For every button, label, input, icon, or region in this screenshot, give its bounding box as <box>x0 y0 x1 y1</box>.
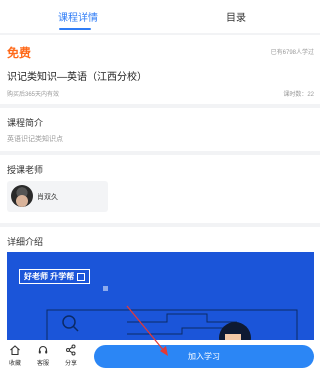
lesson-count: 课时数：22 <box>283 92 314 98</box>
logo-mark-icon <box>77 272 86 281</box>
price-label: 免费 <box>7 46 32 60</box>
detail-banner-image: 好老师 升学帮 <box>7 252 314 350</box>
tab-catalog[interactable]: 目录 <box>226 9 246 24</box>
bottom-action-bar: 收藏 客服 分享 加入学习 <box>0 340 320 370</box>
intro-title: 课程简介 <box>7 118 44 128</box>
banner-logo: 好老师 升学帮 <box>19 269 91 284</box>
avatar <box>11 185 33 207</box>
customer-service-label: 客服 <box>36 361 49 367</box>
course-intro-section: 课程简介 英语识记类知识点 <box>0 108 320 151</box>
course-info-card: 免费 已有6798人学过 识记类知识—英语（江西分校） 购买后365天内有效 课… <box>0 35 320 104</box>
join-study-button[interactable]: 加入学习 <box>94 345 314 368</box>
share-icon <box>66 344 76 356</box>
course-title: 识记类知识—英语（江西分校） <box>7 72 147 83</box>
share-label: 分享 <box>64 361 77 367</box>
detail-title: 详细介绍 <box>7 237 44 247</box>
validity-text: 购买后365天内有效 <box>7 92 60 98</box>
intro-text: 英语识记类知识点 <box>7 136 63 143</box>
share-button[interactable]: 分享 <box>60 344 82 367</box>
teacher-section: 授课老师 肖双久 <box>0 155 320 223</box>
headset-icon <box>38 345 48 354</box>
banner-logo-text: 好老师 升学帮 <box>24 272 75 281</box>
teacher-section-title: 授课老师 <box>7 165 44 175</box>
customer-service-button[interactable]: 客服 <box>32 344 54 367</box>
favorite-label: 收藏 <box>8 361 21 367</box>
home-icon <box>10 345 20 356</box>
active-tab-indicator <box>59 28 91 30</box>
teacher-card[interactable]: 肖双久 <box>7 181 108 212</box>
tab-course-details[interactable]: 课程详情 <box>58 9 98 24</box>
favorite-button[interactable]: 收藏 <box>4 344 26 367</box>
teacher-name: 肖双久 <box>37 194 58 201</box>
learned-count: 已有6798人学过 <box>270 50 314 56</box>
banner-illustration <box>46 286 298 350</box>
tab-bar: 课程详情 目录 <box>0 0 320 33</box>
